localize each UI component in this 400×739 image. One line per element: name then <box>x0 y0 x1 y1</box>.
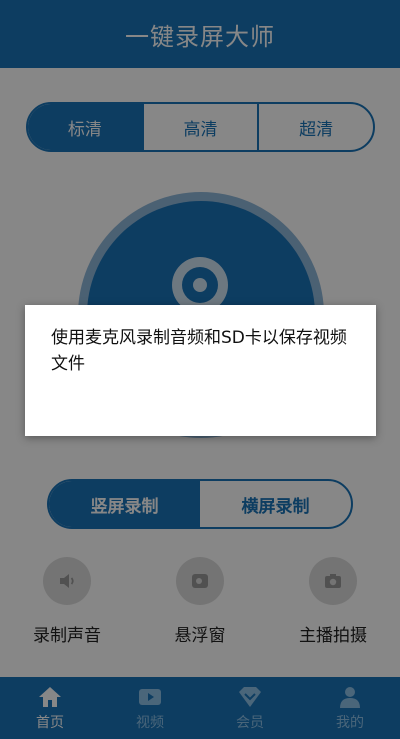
permission-dialog: 使用麦克风录制音频和SD卡以保存视频文件 <box>25 305 376 436</box>
app-root: 一键录屏大师 标清 高清 超清 竖屏录制 横屏录制 录制声音 悬浮窗 主播拍摄 … <box>0 0 400 739</box>
permission-message: 使用麦克风录制音频和SD卡以保存视频文件 <box>51 328 347 374</box>
